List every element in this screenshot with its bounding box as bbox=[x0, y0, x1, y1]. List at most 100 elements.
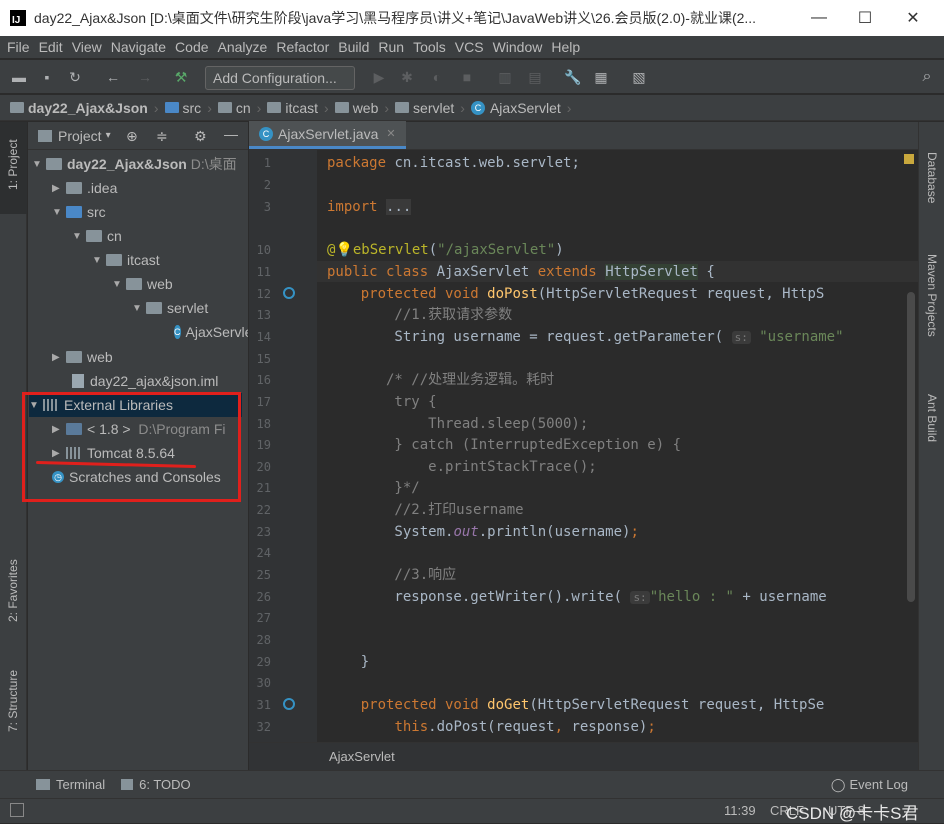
menu-analyze[interactable]: Analyze bbox=[218, 39, 268, 55]
menu-edit[interactable]: Edit bbox=[39, 39, 63, 55]
run-icon[interactable]: ▶ bbox=[370, 68, 388, 86]
code-editor[interactable]: C AjaxServlet.java ✕ 1 2 3 10 11 12 13 1… bbox=[249, 121, 918, 770]
project-structure-folder-icon[interactable]: ▦ bbox=[592, 68, 610, 86]
caret-position[interactable]: 11:39 bbox=[724, 803, 756, 818]
settings-wrench-icon[interactable]: 🔧 bbox=[564, 68, 582, 86]
expand-arrow-icon: ▼ bbox=[112, 278, 122, 290]
save-icon[interactable]: ▪ bbox=[38, 68, 56, 86]
maximize-button[interactable]: ☐ bbox=[842, 0, 888, 36]
menu-build[interactable]: Build bbox=[338, 39, 369, 55]
minimize-button[interactable]: — bbox=[796, 0, 842, 36]
hide-panel-icon[interactable]: — bbox=[224, 126, 238, 142]
breadcrumb-src[interactable]: src › bbox=[164, 100, 212, 116]
package-icon bbox=[146, 302, 162, 314]
menu-help[interactable]: Help bbox=[551, 39, 580, 55]
menu-view[interactable]: View bbox=[72, 39, 102, 55]
breadcrumb-cn[interactable]: cn › bbox=[217, 100, 261, 116]
breadcrumb-servlet[interactable]: servlet › bbox=[395, 100, 465, 116]
tree-item-itcast[interactable]: ▼ itcast bbox=[92, 248, 160, 272]
close-button[interactable]: ✕ bbox=[890, 0, 936, 36]
tree-item-idea[interactable]: ▶ .idea bbox=[52, 176, 117, 200]
code-line: //3.响应 bbox=[327, 567, 457, 583]
menu-bar: File Edit View Navigate Code Analyze Ref… bbox=[0, 36, 944, 58]
stop-icon[interactable]: ■ bbox=[458, 68, 476, 86]
line-number: 15 bbox=[256, 352, 271, 366]
sync-icon[interactable]: ↻ bbox=[66, 68, 84, 86]
tool-tab-ant[interactable]: Ant Build bbox=[925, 394, 939, 442]
chevron-down-icon[interactable]: ▾ bbox=[106, 130, 111, 141]
project-panel-header: Project ▾ ⊕ ≑ ⚙ — bbox=[28, 122, 248, 150]
tree-item-src[interactable]: ▼ src bbox=[52, 200, 106, 224]
tool-tab-terminal[interactable]: Terminal bbox=[56, 777, 105, 792]
tool-tab-event-log[interactable]: Event Log bbox=[849, 777, 908, 792]
menu-code[interactable]: Code bbox=[175, 39, 208, 55]
breadcrumb-project[interactable]: day22_Ajax&Json › bbox=[10, 100, 159, 116]
class-icon: C bbox=[259, 126, 273, 141]
collapse-all-icon[interactable]: ≑ bbox=[156, 128, 168, 145]
menu-file[interactable]: File bbox=[7, 39, 30, 55]
back-icon[interactable]: ← bbox=[104, 68, 122, 86]
tasks-icon[interactable]: ▧ bbox=[630, 68, 648, 86]
coverage-icon[interactable]: ◐ bbox=[428, 68, 446, 86]
code-line: System.out.println(username); bbox=[327, 524, 639, 540]
tree-item-iml[interactable]: day22_ajax&json.iml bbox=[72, 369, 218, 393]
tree-item-web-folder[interactable]: ▶ web bbox=[52, 345, 113, 369]
toggle-tool-windows-icon[interactable] bbox=[10, 803, 24, 817]
menu-refactor[interactable]: Refactor bbox=[276, 39, 329, 55]
tab-ajaxservlet-java[interactable]: C AjaxServlet.java ✕ bbox=[249, 121, 406, 149]
code-line: e.printStackTrace(); bbox=[327, 459, 597, 475]
scroll-from-source-icon[interactable]: ⊕ bbox=[126, 128, 138, 145]
debug-icon[interactable]: ✱ bbox=[398, 68, 416, 86]
line-gutter: 1 2 3 10 11 12 13 14 15 16 17 18 19 20 2… bbox=[249, 150, 317, 742]
tree-item-servlet[interactable]: ▼ servlet bbox=[132, 296, 208, 320]
tree-item-project-root[interactable]: ▼ day22_Ajax&Json D:\桌面 bbox=[32, 152, 237, 176]
override-method-icon[interactable] bbox=[283, 287, 295, 299]
tool-tab-database[interactable]: Database bbox=[925, 152, 939, 203]
line-number: 10 bbox=[256, 243, 271, 257]
code-line: public class AjaxServlet extends HttpSer… bbox=[327, 264, 715, 280]
package-icon bbox=[126, 278, 142, 290]
override-method-icon[interactable] bbox=[283, 698, 295, 710]
menu-tools[interactable]: Tools bbox=[413, 39, 446, 55]
tool-tab-favorites[interactable]: 2: Favorites bbox=[6, 559, 20, 622]
menu-run[interactable]: Run bbox=[378, 39, 404, 55]
breadcrumb-ajaxservlet[interactable]: C AjaxServlet › bbox=[470, 100, 571, 116]
event-log-icon: ◯ bbox=[830, 776, 846, 792]
inspection-status-icon[interactable] bbox=[904, 154, 914, 164]
gear-icon[interactable]: ⚙ bbox=[194, 128, 207, 145]
expand-arrow-icon: ▼ bbox=[52, 206, 62, 218]
class-icon: C bbox=[470, 100, 485, 115]
sdk-icon[interactable]: ▤ bbox=[526, 68, 544, 86]
line-number: 18 bbox=[256, 417, 271, 431]
add-configuration-button[interactable]: Add Configuration... bbox=[205, 66, 355, 90]
editor-breadcrumb-class[interactable]: AjaxServlet bbox=[329, 749, 395, 764]
project-structure-icon[interactable]: ▥ bbox=[496, 68, 514, 86]
editor-scrollbar[interactable] bbox=[907, 292, 915, 602]
breadcrumb-web[interactable]: web › bbox=[334, 100, 389, 116]
tree-item-cn[interactable]: ▼ cn bbox=[72, 224, 122, 248]
package-icon bbox=[267, 102, 282, 113]
tool-tab-maven[interactable]: Maven Projects bbox=[925, 254, 939, 337]
forward-icon[interactable]: → bbox=[136, 68, 154, 86]
search-everywhere-icon[interactable]: ⌕ bbox=[918, 68, 936, 86]
tool-tab-todo[interactable]: 6: TODO bbox=[139, 777, 191, 792]
project-view-selector[interactable]: Project bbox=[58, 128, 102, 144]
tree-item-ajaxservlet[interactable]: C AjaxServlet bbox=[174, 320, 248, 344]
expand-arrow-icon: ▼ bbox=[92, 254, 102, 266]
tool-tab-project[interactable]: 1: Project bbox=[6, 139, 20, 190]
build-hammer-icon[interactable]: ⚒ bbox=[172, 68, 190, 86]
menu-window[interactable]: Window bbox=[493, 39, 543, 55]
close-tab-icon[interactable]: ✕ bbox=[386, 127, 395, 140]
line-number: 22 bbox=[256, 503, 271, 517]
line-number: 29 bbox=[256, 655, 271, 669]
status-bar: 11:39 CRLF UTF-8 CSDN @卡卡S君 bbox=[0, 798, 944, 823]
folder-icon bbox=[66, 182, 82, 194]
menu-navigate[interactable]: Navigate bbox=[111, 39, 166, 55]
code-area[interactable]: package cn.itcast.web.servlet; import ..… bbox=[327, 150, 917, 742]
menu-vcs[interactable]: VCS bbox=[455, 39, 484, 55]
breadcrumb-itcast[interactable]: itcast › bbox=[267, 100, 329, 116]
tool-tab-structure[interactable]: 7: Structure bbox=[6, 670, 20, 732]
tree-item-web-package[interactable]: ▼ web bbox=[112, 272, 173, 296]
line-number: 23 bbox=[256, 525, 271, 539]
open-folder-icon[interactable]: ▬ bbox=[10, 68, 28, 86]
